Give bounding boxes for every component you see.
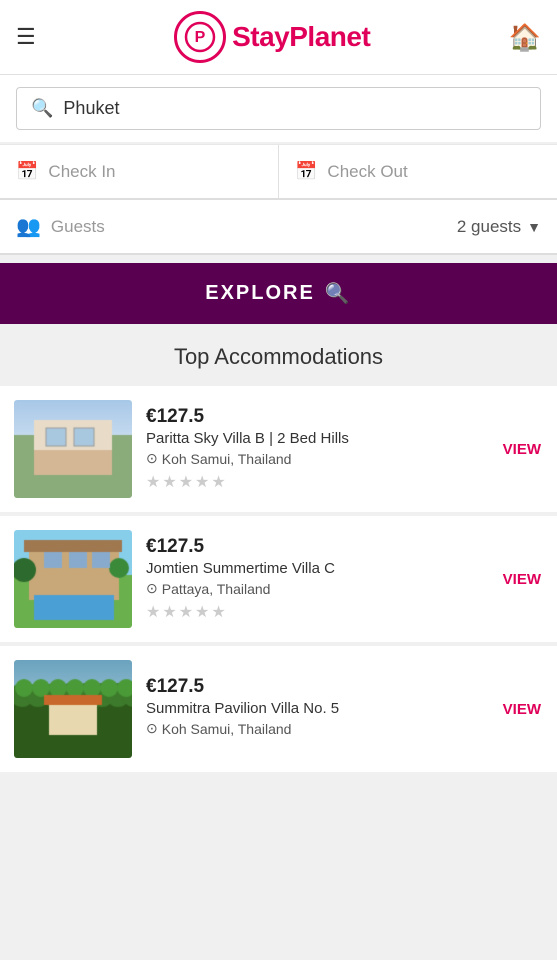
svg-text:P: P: [195, 29, 206, 46]
guests-value: 2 guests ▼: [457, 217, 541, 237]
logo-circle: P: [174, 11, 226, 63]
guests-row[interactable]: 👥 Guests 2 guests ▼: [0, 200, 557, 255]
property-info-1: €127.5 Paritta Sky Villa B | 2 Bed Hills…: [146, 406, 487, 492]
view-button-3[interactable]: VIEW: [501, 697, 543, 722]
star-1-1: ★: [146, 472, 160, 492]
stars-1: ★ ★ ★ ★ ★: [146, 472, 487, 492]
checkout-field[interactable]: 📅 Check Out: [279, 145, 557, 200]
property-name-1: Paritta Sky Villa B | 2 Bed Hills: [146, 430, 487, 447]
property-name-2: Jomtien Summertime Villa C: [146, 560, 487, 577]
star-1-3: ★: [179, 472, 193, 492]
location-icon-2: ⊙: [146, 580, 158, 597]
star-2-4: ★: [195, 602, 209, 622]
location-text-3: Koh Samui, Thailand: [162, 721, 292, 737]
location-text-2: Pattaya, Thailand: [162, 581, 271, 597]
star-2-3: ★: [179, 602, 193, 622]
guests-count: 2 guests: [457, 217, 521, 237]
logo-text: StayPlanet: [232, 21, 370, 53]
view-button-1[interactable]: VIEW: [501, 437, 543, 462]
explore-label: EXPLORE: [205, 282, 315, 305]
location-icon-3: ⊙: [146, 720, 158, 737]
checkin-calendar-icon: 📅: [16, 161, 38, 182]
explore-button[interactable]: EXPLORE 🔍: [0, 263, 557, 324]
property-image-1: [14, 400, 132, 498]
property-card-2: €127.5 Jomtien Summertime Villa C ⊙ Patt…: [0, 516, 557, 642]
property-card-3: €127.5 Summitra Pavilion Villa No. 5 ⊙ K…: [0, 646, 557, 772]
accommodations-section: Top Accommodations €127.5 Paritta Sky Vi…: [0, 324, 557, 772]
logo-container: P StayPlanet: [174, 11, 370, 63]
checkin-label: Check In: [48, 162, 115, 182]
star-2-5: ★: [211, 602, 225, 622]
stars-2: ★ ★ ★ ★ ★: [146, 602, 487, 622]
chevron-down-icon: ▼: [527, 219, 541, 235]
star-1-4: ★: [195, 472, 209, 492]
search-input[interactable]: [63, 98, 526, 119]
location-icon-1: ⊙: [146, 450, 158, 467]
property-image-2: [14, 530, 132, 628]
explore-search-icon: 🔍: [325, 281, 352, 306]
checkin-field[interactable]: 📅 Check In: [0, 145, 279, 200]
hamburger-icon[interactable]: ☰: [16, 26, 36, 48]
view-button-2[interactable]: VIEW: [501, 567, 543, 592]
property-price-3: €127.5: [146, 676, 487, 698]
checkout-label: Check Out: [327, 162, 407, 182]
star-2-2: ★: [162, 602, 176, 622]
property-location-1: ⊙ Koh Samui, Thailand: [146, 450, 487, 467]
property-image-3: [14, 660, 132, 758]
location-text-1: Koh Samui, Thailand: [162, 451, 292, 467]
section-title: Top Accommodations: [0, 344, 557, 370]
property-price-1: €127.5: [146, 406, 487, 428]
property-info-3: €127.5 Summitra Pavilion Villa No. 5 ⊙ K…: [146, 676, 487, 742]
property-card: €127.5 Paritta Sky Villa B | 2 Bed Hills…: [0, 386, 557, 512]
property-price-2: €127.5: [146, 536, 487, 558]
guests-left: 👥 Guests: [16, 214, 105, 239]
star-2-1: ★: [146, 602, 160, 622]
star-1-2: ★: [162, 472, 176, 492]
search-box[interactable]: 🔍: [16, 87, 541, 130]
home-icon[interactable]: 🏠: [509, 22, 541, 53]
property-name-3: Summitra Pavilion Villa No. 5: [146, 700, 487, 717]
search-section: 🔍: [0, 75, 557, 142]
star-1-5: ★: [211, 472, 225, 492]
guests-label: Guests: [51, 217, 105, 237]
logo-svg: P: [184, 21, 216, 53]
guests-icon: 👥: [16, 214, 41, 239]
header: ☰ P StayPlanet 🏠: [0, 0, 557, 75]
property-location-3: ⊙ Koh Samui, Thailand: [146, 720, 487, 737]
property-location-2: ⊙ Pattaya, Thailand: [146, 580, 487, 597]
property-info-2: €127.5 Jomtien Summertime Villa C ⊙ Patt…: [146, 536, 487, 622]
checkout-calendar-icon: 📅: [295, 161, 317, 182]
search-icon: 🔍: [31, 98, 53, 119]
date-row: 📅 Check In 📅 Check Out: [0, 144, 557, 200]
